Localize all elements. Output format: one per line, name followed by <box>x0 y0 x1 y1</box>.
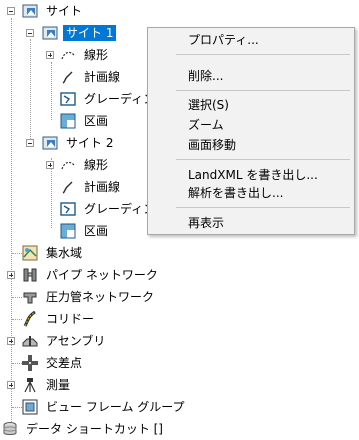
tree-item-feature-lines[interactable]: 計画線 <box>46 66 123 88</box>
menu-separator <box>176 207 350 208</box>
grading-icon <box>60 201 76 217</box>
tree-label: サイト 2 <box>66 136 114 150</box>
menu-item-pan[interactable]: 画面移動 <box>188 135 236 155</box>
tree-label: 圧力管ネットワーク <box>46 290 155 304</box>
expand-toggle[interactable] <box>7 337 15 345</box>
tree-label: サイト <box>46 4 83 18</box>
collapse-toggle[interactable] <box>7 7 15 15</box>
expand-toggle[interactable] <box>46 161 54 169</box>
pressure-network-icon <box>22 289 38 305</box>
tree-label-selected: サイト 1 <box>63 25 117 41</box>
menu-item-zoom[interactable]: ズーム <box>188 115 224 135</box>
tree-item-assemblies[interactable]: アセンブリ <box>0 330 108 352</box>
tree-line <box>12 253 22 254</box>
tree-label: パイプ ネットワーク <box>46 268 158 282</box>
tree-label: コリドー <box>46 312 95 326</box>
tree-label: 測量 <box>46 378 71 392</box>
site-icon <box>42 25 58 41</box>
tree-item-alignments-2[interactable]: 線形 <box>46 154 111 176</box>
tree-label: 交差点 <box>46 356 83 370</box>
corridor-icon <box>22 311 38 327</box>
menu-separator <box>176 54 350 55</box>
tree-label: データ ショートカット [] <box>26 422 163 436</box>
grading-icon <box>60 91 76 107</box>
tree-label: ビュー フレーム グループ <box>46 400 185 414</box>
survey-icon <box>22 377 38 393</box>
menu-separator <box>176 159 350 160</box>
site-icon <box>42 135 58 151</box>
tree-label: 区画 <box>84 224 109 238</box>
tree-item-parcels-2[interactable]: 区画 <box>46 220 111 242</box>
menu-item-properties[interactable]: プロパティ... <box>188 30 259 50</box>
menu-separator <box>176 90 350 91</box>
tree-item-feature-lines-2[interactable]: 計画線 <box>46 176 123 198</box>
view-frame-group-icon <box>22 399 38 415</box>
site-folder-icon <box>22 3 38 19</box>
menu-item-refresh[interactable]: 再表示 <box>188 213 224 233</box>
tree-item-pipe-networks[interactable]: パイプ ネットワーク <box>0 264 161 286</box>
intersection-icon <box>22 355 38 371</box>
context-menu: プロパティ... 削除... 選択(S) ズーム 画面移動 LandXML を書… <box>147 27 355 235</box>
feature-line-icon <box>60 69 76 85</box>
alignment-icon <box>60 47 76 63</box>
expand-toggle[interactable] <box>7 271 15 279</box>
menu-item-export-landxml[interactable]: LandXML を書き出し... <box>188 165 318 185</box>
tree-label: 線形 <box>84 48 109 62</box>
tree-line <box>30 39 31 145</box>
tree-item-site-1-label[interactable]: サイト 1 <box>42 22 117 44</box>
tree-line <box>11 18 12 426</box>
tree-line <box>12 319 22 320</box>
tree-label: アセンブリ <box>46 334 106 348</box>
collapse-toggle[interactable] <box>26 139 34 147</box>
assembly-icon <box>22 333 38 349</box>
tree-label: 計画線 <box>84 70 121 84</box>
tree-line <box>12 407 22 408</box>
tree-label: 集水域 <box>46 246 83 260</box>
tree-label: 計画線 <box>84 180 121 194</box>
expand-toggle[interactable] <box>7 381 15 389</box>
tree-line <box>12 363 22 364</box>
tree-item-corridors[interactable]: コリドー <box>22 308 97 330</box>
feature-line-icon <box>60 179 76 195</box>
parcel-icon <box>60 113 76 129</box>
collapse-toggle[interactable] <box>26 29 34 37</box>
expand-toggle[interactable] <box>46 51 54 59</box>
alignment-icon <box>60 157 76 173</box>
tree-item-parcels[interactable]: 区画 <box>46 110 111 132</box>
tree-item-sites-label[interactable]: サイト <box>22 0 85 22</box>
parcel-icon <box>60 223 76 239</box>
tree-item-alignments[interactable]: 線形 <box>46 44 111 66</box>
menu-item-export-analysis[interactable]: 解析を書き出し... <box>188 183 283 203</box>
tree-item-pressure-networks[interactable]: 圧力管ネットワーク <box>22 286 157 308</box>
tree-item-survey[interactable]: 測量 <box>0 374 73 396</box>
tree-label: 区画 <box>84 114 109 128</box>
tree-label: 線形 <box>84 158 109 172</box>
tree-item-intersections[interactable]: 交差点 <box>22 352 85 374</box>
catchment-icon <box>22 245 38 261</box>
tree-item-site-2-label[interactable]: サイト 2 <box>42 132 116 154</box>
tree-item-view-frame-groups[interactable]: ビュー フレーム グループ <box>22 396 188 418</box>
tree-item-data-shortcuts[interactable]: データ ショートカット [] <box>2 418 166 440</box>
tree-line <box>12 297 22 298</box>
tree-item-catchments[interactable]: 集水域 <box>22 242 85 264</box>
pipe-network-icon <box>22 267 38 283</box>
data-shortcut-icon <box>2 421 18 437</box>
menu-item-delete[interactable]: 削除... <box>188 66 223 86</box>
menu-item-select[interactable]: 選択(S) <box>188 95 229 115</box>
